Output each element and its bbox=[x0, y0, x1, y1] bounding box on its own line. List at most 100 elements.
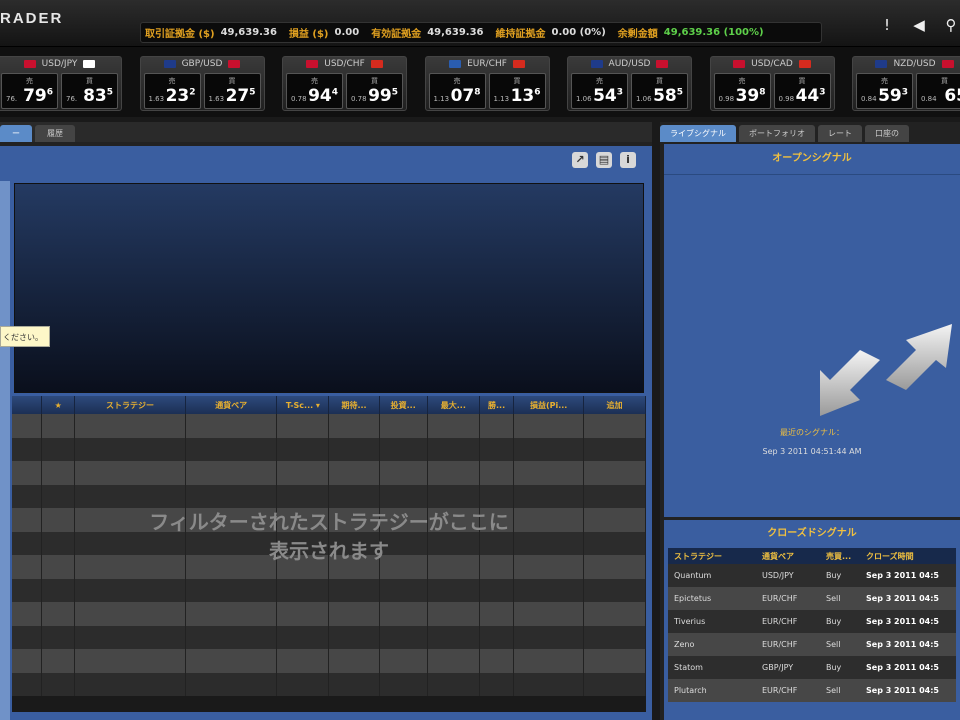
grid-cell bbox=[277, 672, 330, 696]
account-value: 49,639.36 bbox=[427, 27, 484, 38]
closed-signal-cell: Sep 3 2011 04:5 bbox=[866, 640, 939, 649]
closed-column-header[interactable]: 通貨ペア bbox=[756, 548, 820, 564]
grid-column-header[interactable]: ストラテジー bbox=[75, 396, 186, 414]
buy-button[interactable]: 買 1.63 275 bbox=[203, 73, 261, 109]
closed-signal-row[interactable]: Plutarch EUR/CHF Sell Sep 3 2011 04:5 bbox=[668, 679, 956, 702]
buy-label: 買 bbox=[228, 77, 236, 85]
grid-column-header[interactable]: 期待... bbox=[329, 396, 380, 414]
grid-column-header[interactable]: 投資... bbox=[380, 396, 428, 414]
quote-card[interactable]: GBP/USD 売 1.63 232 買 1.63 275 bbox=[139, 56, 265, 111]
closed-signal-cell: Sep 3 2011 04:5 bbox=[866, 571, 939, 580]
grid-column-header[interactable]: 勝... bbox=[480, 396, 515, 414]
grid-column-header[interactable]: 通貨ペア bbox=[186, 396, 278, 414]
quote-header: GBP/USD bbox=[141, 57, 264, 71]
buy-button[interactable]: 買 0.84 65 bbox=[916, 73, 960, 109]
save-icon[interactable]: ▤ bbox=[596, 152, 612, 168]
sound-icon[interactable]: ◀ bbox=[910, 16, 928, 34]
closed-signal-cell: Sep 3 2011 04:5 bbox=[866, 686, 939, 695]
grid-cell bbox=[428, 461, 480, 485]
quote-card[interactable]: USD/CAD 売 0.98 398 買 0.98 443 bbox=[709, 56, 835, 111]
strategy-panel-body: ↗ ▤ i ください。 ★ ストラテジー 通貨ペア T-Sc... ▾ 期待... 投資.… bbox=[0, 146, 652, 720]
grid-cell bbox=[42, 414, 75, 438]
grid-cell bbox=[186, 602, 278, 626]
signal-panel: ライブシグナル ポートフォリオ レート 口座の オープンシグナル 最近のシグナル… bbox=[660, 122, 960, 720]
app-logo: RADER bbox=[0, 10, 64, 27]
grid-cell bbox=[584, 602, 646, 626]
quote-card[interactable]: USD/JPY 売 76. 796 買 76. 835 bbox=[0, 56, 122, 111]
account-key: 取引証拠金 ($) bbox=[145, 29, 215, 40]
tab-account[interactable]: 口座の bbox=[865, 125, 909, 142]
quote-card[interactable]: AUD/USD 売 1.06 543 買 1.06 585 bbox=[567, 56, 692, 111]
account-key: 有効証拠金 bbox=[371, 29, 422, 40]
buy-button[interactable]: 買 0.78 995 bbox=[346, 73, 403, 109]
sell-button[interactable]: 売 1.63 232 bbox=[143, 73, 201, 109]
closed-signal-row[interactable]: Zeno EUR/CHF Sell Sep 3 2011 04:5 bbox=[668, 633, 956, 656]
info-icon[interactable]: i bbox=[620, 152, 636, 168]
sell-button[interactable]: 売 1.13 078 bbox=[428, 73, 486, 109]
grid-cell bbox=[480, 625, 515, 649]
buy-price-pip: 6 bbox=[534, 87, 541, 98]
closed-signal-row[interactable]: Tiverius EUR/CHF Buy Sep 3 2011 04:5 bbox=[668, 610, 956, 633]
grid-cell bbox=[380, 414, 428, 438]
buy-price-pip: 5 bbox=[391, 87, 398, 98]
grid-cell bbox=[75, 649, 186, 673]
strategy-grid: ★ ストラテジー 通貨ペア T-Sc... ▾ 期待... 投資... 最大... 勝... 損… bbox=[12, 396, 646, 712]
sell-label: 売 bbox=[311, 77, 318, 85]
grid-cell bbox=[380, 672, 428, 696]
grid-cell bbox=[186, 437, 278, 461]
grid-column-header[interactable] bbox=[12, 396, 43, 414]
closed-signal-row[interactable]: Epictetus EUR/CHF Sell Sep 3 2011 04:5 bbox=[668, 587, 956, 610]
tab-strategies[interactable]: ー bbox=[0, 125, 32, 142]
buy-button[interactable]: 買 76. 835 bbox=[61, 73, 118, 109]
flag-icon bbox=[512, 60, 525, 68]
sell-button[interactable]: 売 0.98 398 bbox=[713, 73, 771, 109]
closed-signal-cell: Plutarch bbox=[674, 686, 707, 695]
buy-price-main: 27 bbox=[225, 86, 250, 106]
alert-icon[interactable]: ! bbox=[878, 16, 896, 34]
grid-cell bbox=[277, 578, 330, 602]
tab-history[interactable]: 履歴 bbox=[35, 125, 75, 142]
grid-column-header[interactable]: 追加 bbox=[584, 396, 646, 414]
grid-cell bbox=[329, 625, 380, 649]
tab-rates[interactable]: レート bbox=[818, 125, 862, 142]
sell-button[interactable]: 売 1.06 543 bbox=[571, 73, 628, 109]
buy-button[interactable]: 買 1.13 136 bbox=[488, 73, 546, 109]
grid-column-header[interactable]: 損益(Pi... bbox=[514, 396, 585, 414]
grid-cell bbox=[329, 484, 380, 508]
tab-live-signals[interactable]: ライブシグナル bbox=[660, 125, 736, 142]
closed-signal-row[interactable]: Statom GBP/JPY Buy Sep 3 2011 04:5 bbox=[668, 656, 956, 679]
grid-cell bbox=[186, 578, 278, 602]
sell-button[interactable]: 売 0.78 944 bbox=[286, 73, 343, 109]
sell-prefix: 1.13 bbox=[433, 95, 450, 103]
flag-icon bbox=[875, 60, 888, 68]
buy-button[interactable]: 買 1.06 585 bbox=[631, 73, 688, 109]
chart-icon[interactable]: ↗ bbox=[572, 152, 588, 168]
closed-column-header[interactable]: ストラテジー bbox=[668, 548, 756, 564]
flag-icon bbox=[83, 60, 96, 68]
grid-column-header[interactable]: ★ bbox=[42, 396, 75, 414]
side-handle[interactable] bbox=[0, 181, 10, 720]
grid-cell bbox=[584, 578, 646, 602]
tab-portfolio[interactable]: ポートフォリオ bbox=[739, 125, 815, 142]
sell-prefix: 0.98 bbox=[718, 95, 735, 103]
buy-button[interactable]: 買 0.98 443 bbox=[773, 73, 831, 109]
settings-icon[interactable]: ⚲ bbox=[942, 16, 960, 34]
account-value: 0.00 (0%) bbox=[551, 27, 606, 38]
closed-column-header[interactable]: クローズ時間 bbox=[860, 548, 956, 564]
grid-column-header[interactable]: 最大... bbox=[428, 396, 480, 414]
sell-price-pip: 3 bbox=[616, 87, 623, 98]
grid-column-header[interactable]: T-Sc... ▾ bbox=[277, 396, 330, 414]
quote-card[interactable]: NZD/USD売0.84593買0.8465 bbox=[852, 56, 960, 111]
quote-card[interactable]: EUR/CHF 売 1.13 078 買 1.13 136 bbox=[424, 56, 550, 111]
grid-cell bbox=[12, 602, 43, 626]
closed-signal-row[interactable]: Quantum USD/JPY Buy Sep 3 2011 04:5 bbox=[668, 564, 956, 587]
grid-cell bbox=[42, 602, 75, 626]
closed-column-header[interactable]: 売買... bbox=[820, 548, 860, 564]
sell-button[interactable]: 売 0.84 593 bbox=[856, 73, 913, 109]
grid-cell bbox=[277, 649, 330, 673]
sell-button[interactable]: 売 76. 796 bbox=[1, 73, 58, 109]
grid-cell bbox=[42, 649, 75, 673]
grid-cell bbox=[42, 437, 75, 461]
quote-card[interactable]: USD/CHF 売 0.78 944 買 0.78 995 bbox=[282, 56, 407, 111]
grid-cell bbox=[514, 625, 585, 649]
